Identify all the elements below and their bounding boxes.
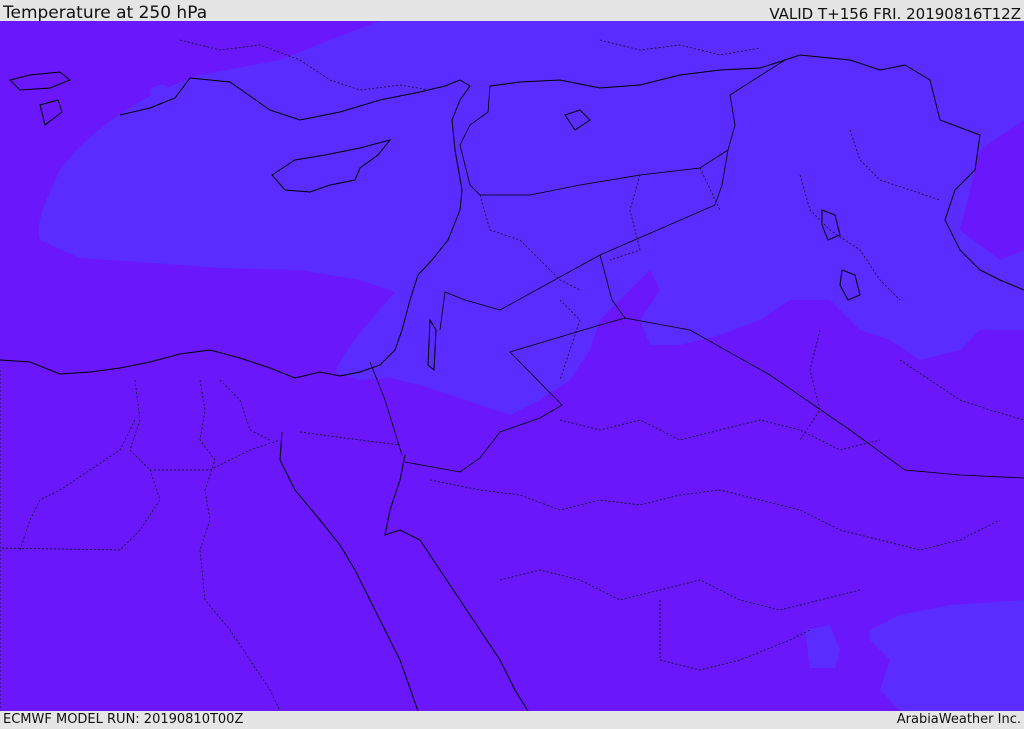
credit-label: ArabiaWeather Inc.	[896, 712, 1021, 727]
map-canvas	[0, 21, 1024, 711]
header-bar: Temperature at 250 hPa VALID T+156 FRI. …	[0, 0, 1024, 23]
weather-map[interactable]	[0, 21, 1024, 711]
map-title: Temperature at 250 hPa	[3, 3, 208, 23]
footer-bar: ECMWF MODEL RUN: 20190810T00Z ArabiaWeat…	[0, 711, 1024, 729]
model-run-label: ECMWF MODEL RUN: 20190810T00Z	[3, 712, 244, 727]
